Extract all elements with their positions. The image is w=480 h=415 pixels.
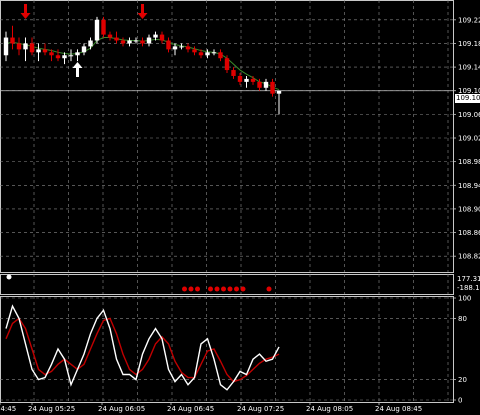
candle-body [211,52,217,54]
candle-body [3,37,9,56]
candle-body [172,46,178,50]
signal-dot [208,286,213,292]
signal-dot [195,286,200,292]
time-label: 24 Aug 07:25 [237,405,284,413]
candle-body [263,81,269,88]
oscillator-main-line [5,304,280,391]
price-label: 109.14 [458,64,480,72]
signal-dot [188,286,194,292]
current-price-tag: 109.10 [455,94,480,103]
price-axis-labels: 109.22 109.18 109.14 109.10 109.06 109.02 108.… [453,16,480,261]
candle-body [276,90,282,94]
candle-body [101,19,106,35]
candle-body [114,37,119,41]
candle-body [36,49,41,53]
candle-body [237,75,243,82]
buy-arrow-icon [72,62,83,77]
signal-dot [182,286,187,292]
oscillator-label: 80 [458,315,467,323]
price-label: 108.82 [458,253,480,261]
candle-body [224,58,230,71]
candle-body [146,37,152,44]
candle-body [218,52,223,59]
candle-body [198,52,204,56]
dots-axis-label: 177.311 [457,275,480,283]
candle-body [127,40,132,44]
oscillator-panel: 100 80 20 0 [0,295,471,405]
candles [3,16,282,115]
candle-body [88,40,93,47]
signal-dot [227,286,233,292]
price-label: 108.98 [458,158,480,166]
candle-body [10,37,15,44]
candle-body [55,55,61,59]
candle-body [49,52,54,56]
candle-body [185,46,191,50]
panel-border [0,0,454,273]
candle-body [179,46,184,48]
oscillator-label: 20 [458,376,467,384]
price-label: 108.90 [458,205,480,213]
price-label: 109.06 [458,111,480,119]
candle-body [62,55,67,59]
oscillator-label: 0 [458,397,462,405]
price-label: 108.94 [458,182,480,190]
sell-arrow-icon [137,4,148,19]
sell-arrow-icon [20,4,31,19]
candle-body [153,34,158,38]
candle-body [192,49,197,53]
candle-body [166,40,171,50]
time-label: 24 Aug 06:45 [167,405,214,413]
candle-body [68,55,74,57]
candle-body [205,52,210,56]
candle-body [244,78,249,82]
price-label: 109.18 [458,40,480,48]
price-label: 109.22 [458,16,480,24]
price-label: 109.02 [458,135,480,143]
time-label: 24 Aug 08:05 [306,405,353,413]
candle-body [250,78,256,82]
oscillator-label: 100 [458,295,471,303]
time-label: 24 Aug 06:05 [98,405,145,413]
time-label: 04:45 [0,405,16,413]
candle-body [81,46,87,53]
time-label: 24 Aug 08:45 [375,405,422,413]
signal-dot [6,274,12,280]
candle-body [107,34,113,38]
candle-body [42,49,48,53]
candle-body [23,43,28,50]
panel-border [0,274,454,295]
chart-canvas[interactable]: 109.22 109.18 109.14 109.10 109.06 109.02 108.… [0,0,480,415]
dots-panel: 177.311-188.12 [6,274,480,292]
candle-body [94,19,100,41]
signal-dot [234,286,239,292]
candle-body [257,81,262,88]
signal-dot [266,286,272,292]
candle-body [140,40,145,44]
price-label: 108.86 [458,229,480,237]
dots-axis-label: -188.12 [457,284,480,292]
signal-dot [221,286,226,292]
candle-body [120,40,126,44]
time-label: 24 Aug 05:25 [28,405,75,413]
candle-body [270,81,275,94]
candle-body [231,70,236,76]
candle-body [16,43,22,50]
candle-body [159,34,165,41]
time-axis-labels: 04:45 24 Aug 05:25 24 Aug 06:05 24 Aug 06:4… [0,402,422,413]
candle-body [29,43,35,53]
signal-dot [240,286,246,292]
signal-dot [214,286,220,292]
candle-body [133,40,139,42]
candle-body [75,52,80,56]
